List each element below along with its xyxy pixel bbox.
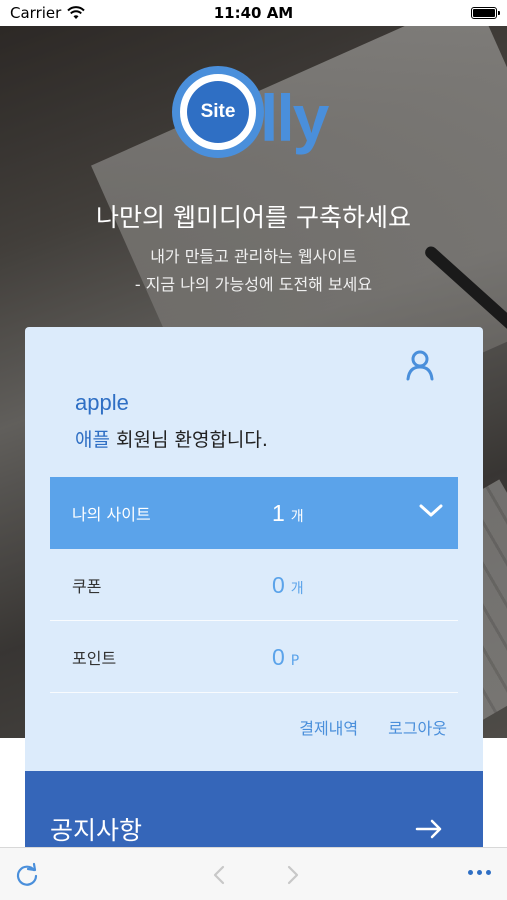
coupon-count: 0 xyxy=(272,571,285,598)
logo-wordmark: lly xyxy=(260,81,329,155)
point-unit: P xyxy=(290,652,300,669)
wifi-icon xyxy=(67,6,86,19)
account-links: 결제내역 로그아웃 xyxy=(299,715,447,739)
my-sites-unit: 개 xyxy=(290,508,304,525)
display-name: 애플 xyxy=(75,429,110,451)
battery-icon xyxy=(471,7,500,19)
chevron-down-icon[interactable] xyxy=(418,501,444,521)
user-icon[interactable] xyxy=(405,349,435,381)
carrier-group: Carrier xyxy=(10,4,86,22)
arrow-right-icon[interactable] xyxy=(415,819,443,839)
coupon-unit: 개 xyxy=(290,580,304,597)
refresh-icon[interactable] xyxy=(14,862,40,888)
point-count: 0 xyxy=(272,643,285,670)
coupon-label: 쿠폰 xyxy=(72,577,102,596)
my-sites-count: 1 xyxy=(272,499,285,526)
back-icon[interactable] xyxy=(210,864,230,886)
point-value: 0 P xyxy=(272,644,299,671)
notice-title: 공지사항 xyxy=(50,816,143,845)
logout-link[interactable]: 로그아웃 xyxy=(388,715,447,739)
hero-subline-2: - 지금 나의 가능성에 도전해 보세요 xyxy=(134,275,373,294)
browser-toolbar xyxy=(0,847,507,900)
welcome-suffix: 회원님 환영합니다. xyxy=(109,429,268,451)
more-icon[interactable] xyxy=(468,870,491,875)
my-sites-row[interactable]: 나의 사이트 1 개 xyxy=(50,477,458,549)
hero-headline: 나만의 웹미디어를 구축하세요 xyxy=(96,203,411,232)
my-sites-label: 나의 사이트 xyxy=(72,505,151,524)
account-card: apple 애플 회원님 환영합니다. 나의 사이트 1 개 쿠폰 0 개 포인… xyxy=(25,327,483,772)
hero-subline-1: 내가 만들고 관리하는 웹사이트 xyxy=(150,247,357,266)
site-olly-logo: Site lly xyxy=(172,66,342,162)
my-sites-value: 1 개 xyxy=(272,500,304,527)
welcome-message: 애플 회원님 환영합니다. xyxy=(75,425,268,452)
notice-bar[interactable]: 공지사항 xyxy=(25,771,483,851)
divider xyxy=(50,692,458,693)
point-row[interactable]: 포인트 0 P xyxy=(50,621,458,693)
coupon-value: 0 개 xyxy=(272,572,304,599)
username: apple xyxy=(75,390,129,415)
coupon-row[interactable]: 쿠폰 0 개 xyxy=(50,549,458,621)
payment-history-link[interactable]: 결제내역 xyxy=(299,715,358,739)
point-label: 포인트 xyxy=(72,649,117,668)
carrier-label: Carrier xyxy=(10,4,62,22)
status-bar: Carrier 11:40 AM xyxy=(0,0,507,26)
logo-badge-text: Site xyxy=(187,81,249,143)
forward-icon[interactable] xyxy=(282,864,302,886)
logo-circle: Site xyxy=(172,66,264,158)
